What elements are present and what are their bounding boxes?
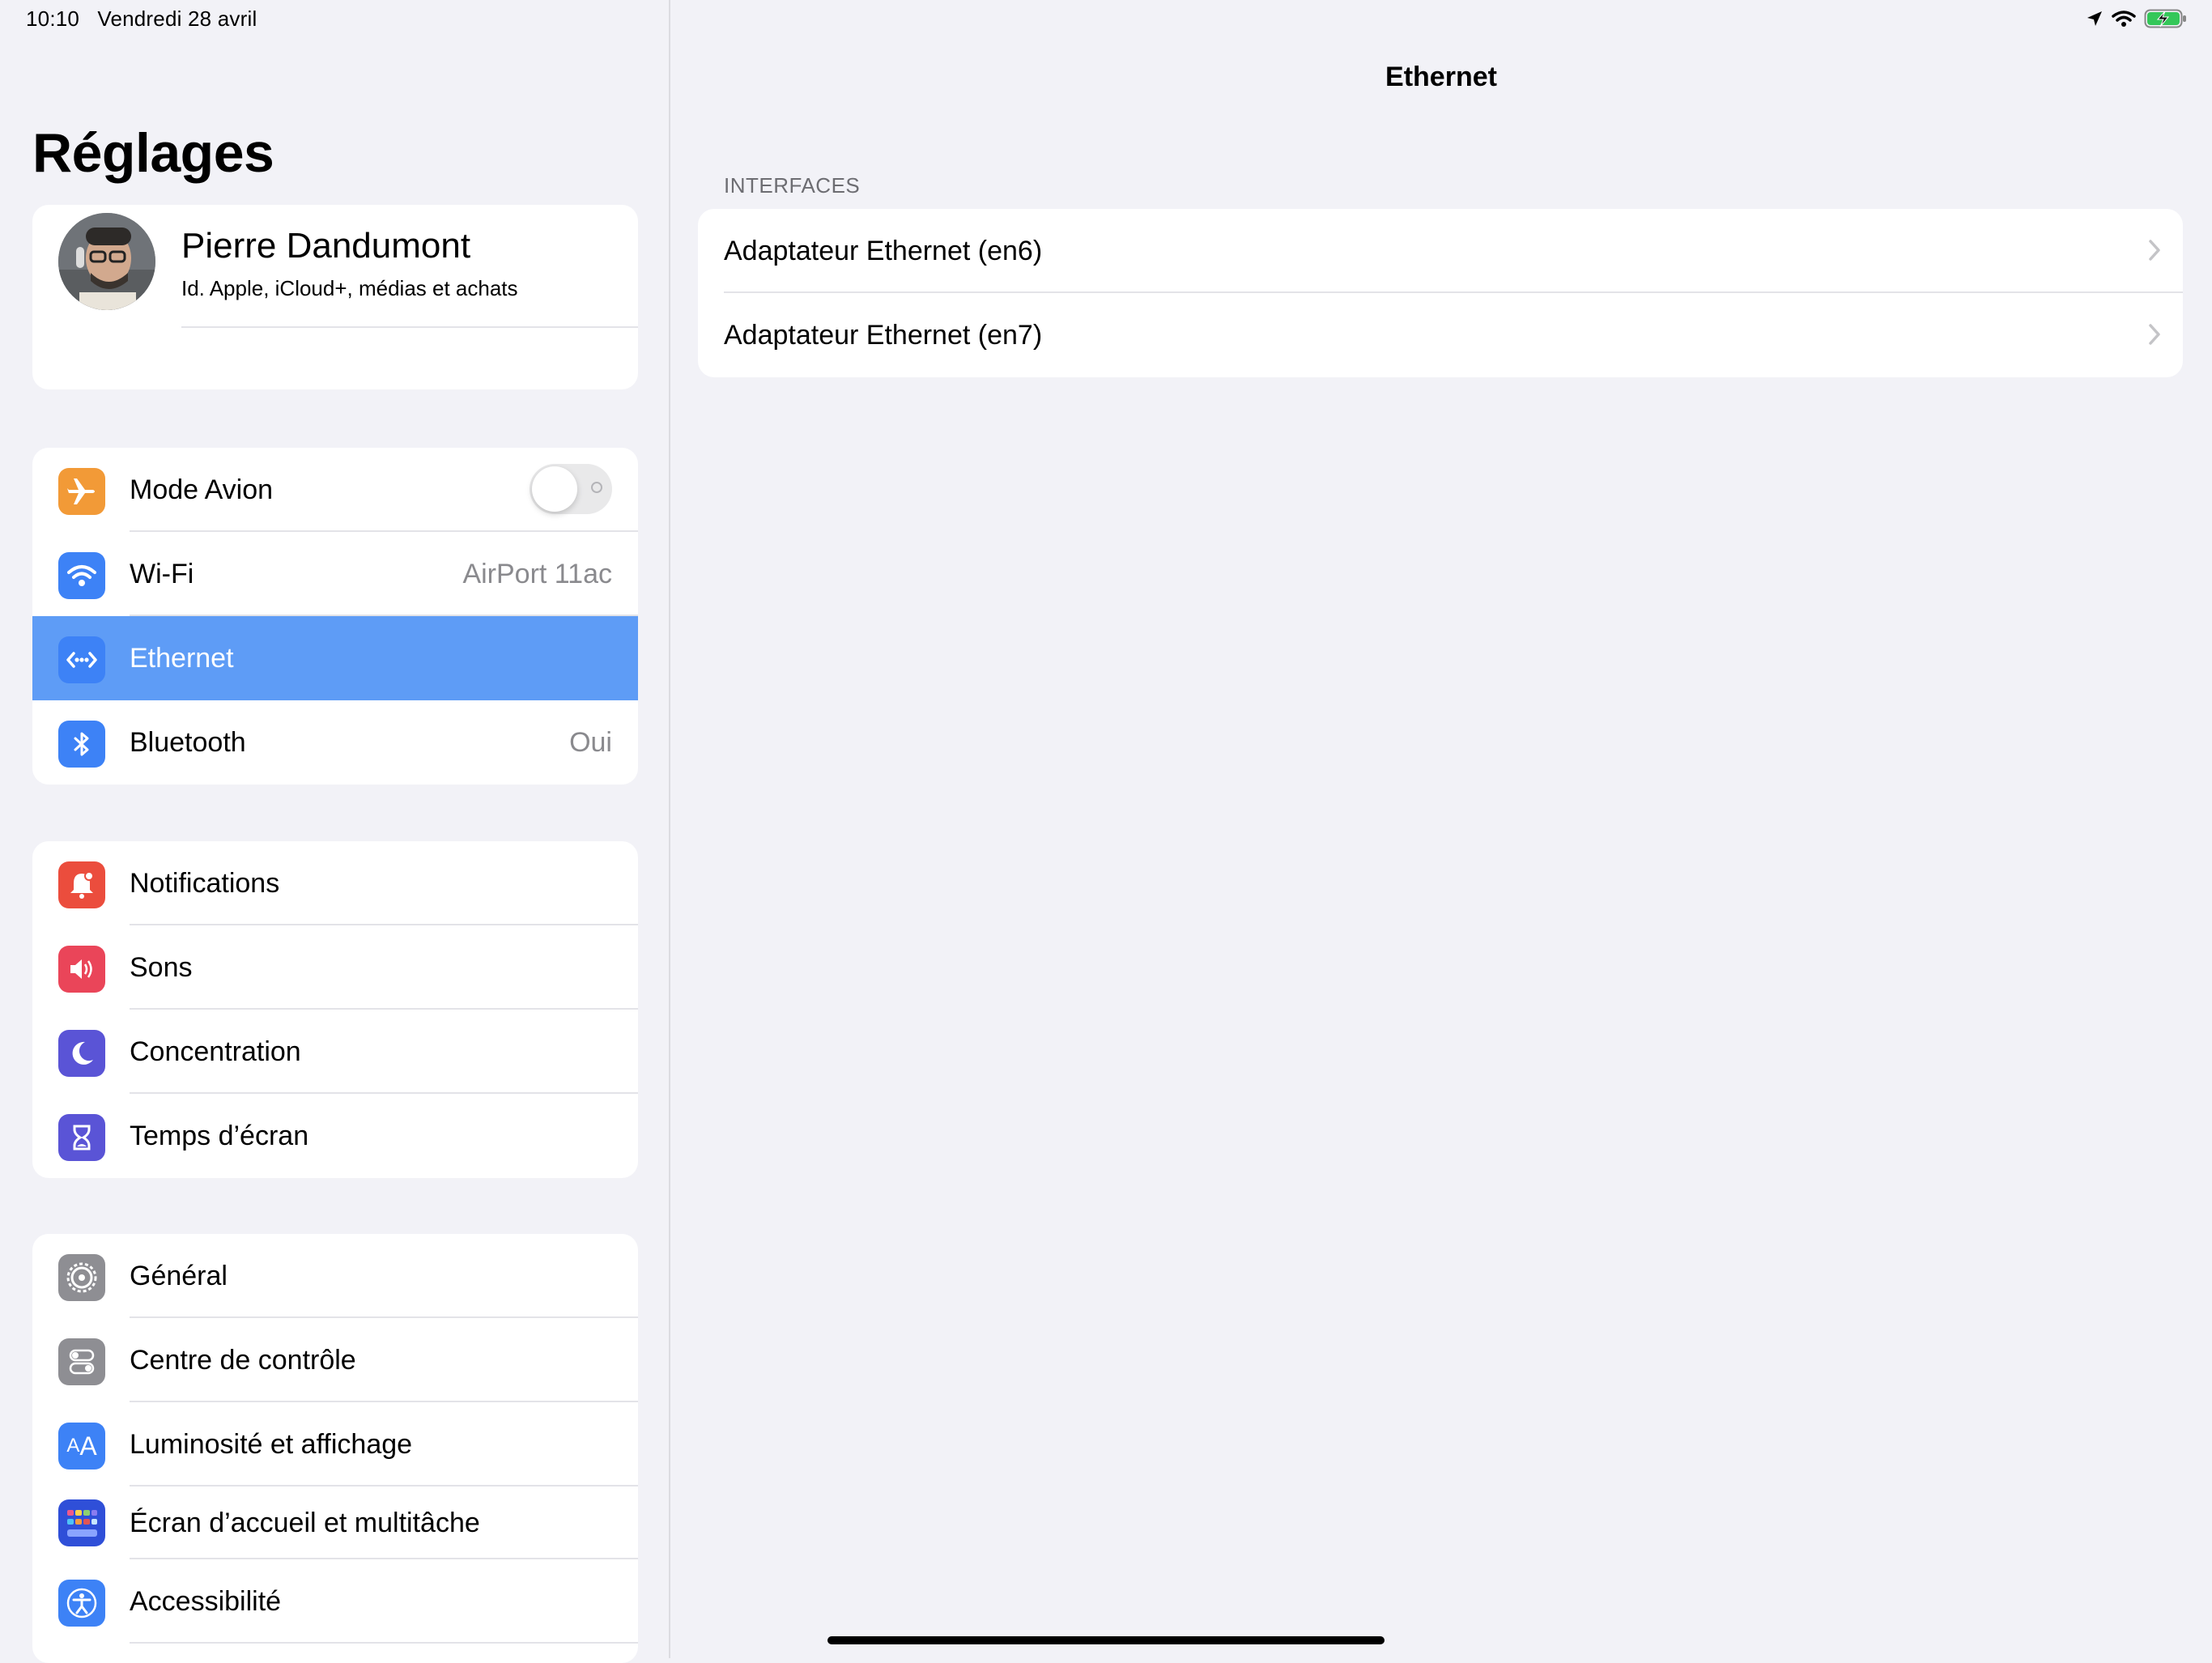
sidebar-item-wifi[interactable]: Wi-Fi AirPort 11ac	[32, 532, 638, 616]
sidebar-item-ecran-accueil[interactable]: Écran d’accueil et multitâche	[32, 1486, 638, 1559]
avatar	[58, 213, 155, 310]
sidebar-item-centre-controle[interactable]: Centre de contrôle	[32, 1318, 638, 1402]
section-header-interfaces: INTERFACES	[724, 173, 861, 198]
sidebar-item-bluetooth[interactable]: Bluetooth Oui	[32, 700, 638, 785]
nav-title: Ethernet	[1385, 62, 1497, 92]
toggles-icon	[58, 1338, 105, 1385]
ethernet-icon	[58, 636, 105, 683]
sidebar-item-ethernet[interactable]: Ethernet	[32, 616, 638, 700]
airplane-mode-toggle[interactable]	[530, 464, 612, 514]
profile-name: Pierre Dandumont	[181, 226, 471, 266]
general-group: Général Centre de contrôle AA Luminosité…	[32, 1234, 638, 1663]
speaker-icon	[58, 946, 105, 993]
interfaces-list: Adaptateur Ethernet (en6) Adaptateur Eth…	[698, 209, 2183, 377]
notifications-group: Notifications Sons Concentration Temps d…	[32, 841, 638, 1178]
status-icons	[2086, 8, 2188, 33]
sidebar-item-label: Wi-Fi	[130, 558, 194, 589]
sidebar-item-label: Général	[130, 1260, 228, 1291]
sidebar-item-accessibilite[interactable]: Accessibilité	[32, 1559, 638, 1644]
profile-subtitle: Id. Apple, iCloud+, médias et achats	[181, 276, 518, 300]
accessibility-icon	[58, 1580, 105, 1627]
page-title: Réglages	[32, 122, 274, 184]
sidebar-item-notifications[interactable]: Notifications	[32, 841, 638, 925]
row-separator	[130, 1642, 638, 1644]
wifi-network-value: AirPort 11ac	[462, 558, 612, 589]
moon-icon	[58, 1030, 105, 1077]
gear-icon	[58, 1254, 105, 1301]
text-size-icon: AA	[58, 1423, 105, 1469]
settings-sidebar: 10:10 Vendredi 28 avril Réglages Pierre …	[0, 0, 669, 1663]
interface-row-en7[interactable]: Adaptateur Ethernet (en7)	[698, 293, 2183, 377]
sidebar-item-label: Concentration	[130, 1036, 301, 1067]
sidebar-item-temps-ecran[interactable]: Temps d’écran	[32, 1094, 638, 1178]
sidebar-item-label: Notifications	[130, 867, 280, 899]
sidebar-item-general[interactable]: Général	[32, 1234, 638, 1318]
interface-label: Adaptateur Ethernet (en7)	[724, 319, 1043, 351]
bluetooth-icon	[58, 721, 105, 768]
sidebar-item-label: Accessibilité	[130, 1585, 282, 1617]
wifi-icon	[58, 552, 105, 599]
sidebar-item-label: Ethernet	[130, 642, 234, 674]
profile-separator	[181, 326, 638, 328]
sidebar-item-label: Centre de contrôle	[130, 1344, 356, 1376]
home-grid-icon	[58, 1499, 105, 1546]
sidebar-item-luminosite[interactable]: AA Luminosité et affichage	[32, 1402, 638, 1486]
chevron-right-icon	[2147, 322, 2162, 351]
connectivity-group: Mode Avion Wi-Fi AirPort 11ac Ethernet B…	[32, 448, 638, 785]
sidebar-item-label: Mode Avion	[130, 474, 274, 505]
interface-row-en6[interactable]: Adaptateur Ethernet (en6)	[698, 209, 2183, 293]
sidebar-item-sons[interactable]: Sons	[32, 925, 638, 1010]
bluetooth-status-value: Oui	[569, 726, 612, 758]
wifi-icon	[2112, 10, 2136, 32]
profile-card[interactable]: Pierre Dandumont Id. Apple, iCloud+, méd…	[32, 205, 638, 389]
home-indicator[interactable]	[827, 1636, 1385, 1644]
sidebar-item-mode-avion[interactable]: Mode Avion	[32, 448, 638, 532]
bell-icon	[58, 861, 105, 908]
chevron-right-icon	[2147, 238, 2162, 266]
status-time-date: 10:10 Vendredi 28 avril	[26, 6, 257, 31]
toggle-off-indicator	[591, 482, 602, 493]
hourglass-icon	[58, 1114, 105, 1161]
sidebar-item-concentration[interactable]: Concentration	[32, 1010, 638, 1094]
sidebar-item-label: Luminosité et affichage	[130, 1428, 413, 1460]
sidebar-item-label: Temps d’écran	[130, 1120, 309, 1151]
battery-charging-icon	[2144, 8, 2188, 33]
location-icon	[2086, 10, 2104, 32]
toggle-knob	[532, 466, 577, 512]
sidebar-item-label: Bluetooth	[130, 726, 246, 758]
ethernet-detail-pane: Ethernet INTERFACES Adaptateur Ethernet …	[670, 0, 2212, 1658]
sidebar-item-label: Écran d’accueil et multitâche	[130, 1507, 480, 1538]
sidebar-item-label: Sons	[130, 951, 193, 983]
interface-label: Adaptateur Ethernet (en6)	[724, 235, 1043, 266]
airplane-icon	[58, 468, 105, 515]
